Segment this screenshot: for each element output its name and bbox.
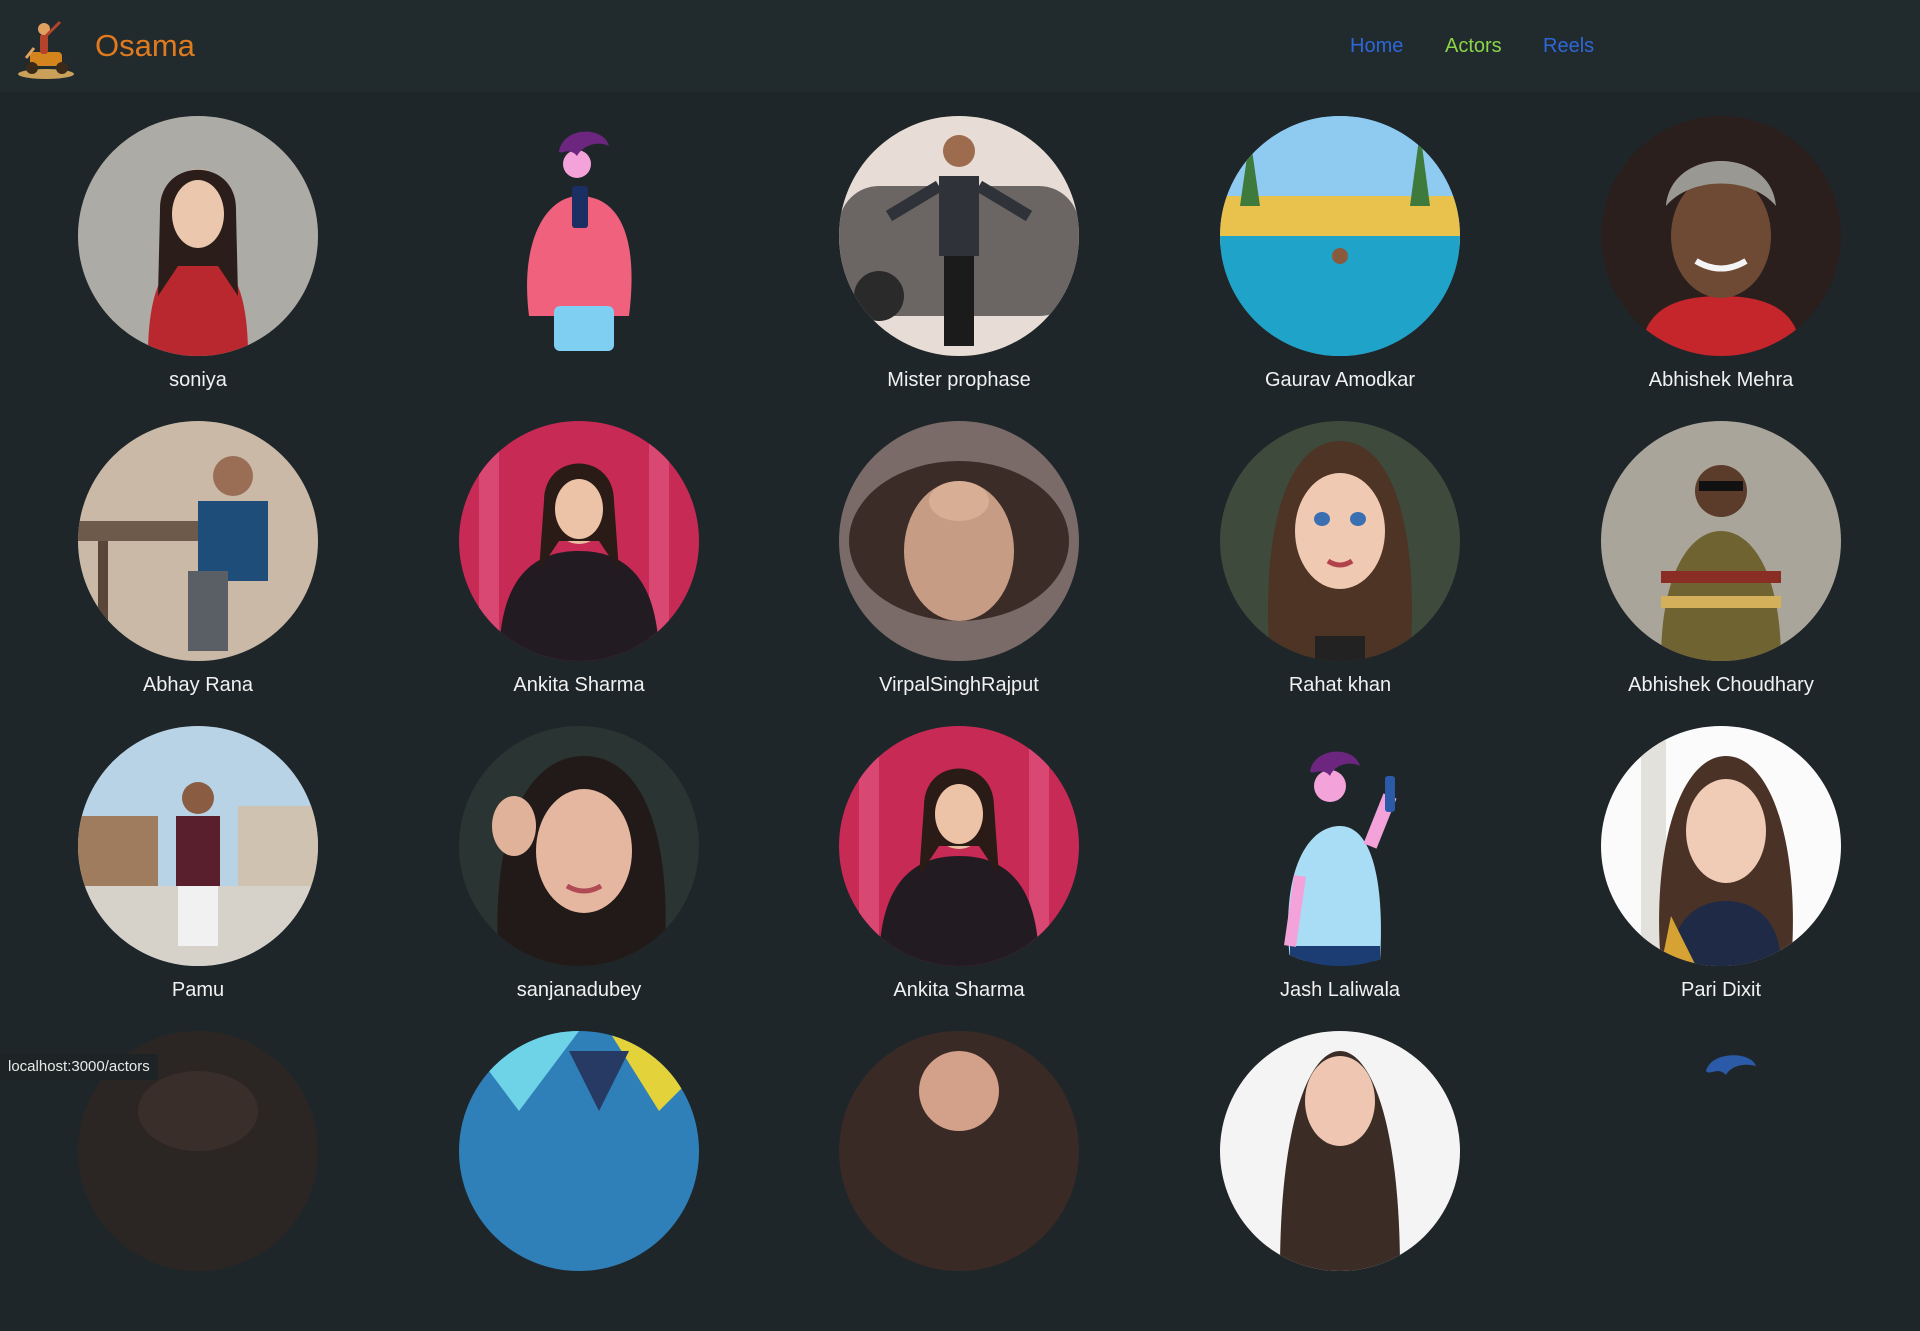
actor-card[interactable] (1153, 1031, 1483, 1331)
actor-card[interactable]: Ankita Sharma (392, 421, 722, 721)
actor-avatar (839, 421, 1079, 661)
actor-card[interactable]: Pari Dixit (1534, 726, 1864, 1026)
actor-card[interactable]: Abhishek Choudhary (1534, 421, 1864, 721)
actor-card[interactable]: Abhay Rana (11, 421, 341, 721)
actor-name: VirpalSinghRajput (879, 674, 1039, 696)
actor-card[interactable] (392, 116, 722, 416)
actor-avatar (1220, 421, 1460, 661)
actor-avatar (839, 116, 1079, 356)
actor-name: Pari Dixit (1680, 979, 1761, 1001)
actor-card[interactable]: sanjanadubey (392, 726, 722, 1026)
actor-avatar (1220, 116, 1460, 356)
actor-name: sanjanadubey (516, 979, 642, 1001)
actor-name: Ankita Sharma (893, 979, 1025, 1001)
actor-avatar (1220, 1031, 1460, 1271)
actor-avatar (459, 1031, 699, 1271)
actor-avatar (459, 726, 699, 966)
actor-card[interactable]: Mister prophase (772, 116, 1102, 416)
actor-card[interactable]: Ankita Sharma (772, 726, 1102, 1026)
actor-avatar (1601, 1031, 1841, 1271)
actor-avatar (78, 116, 318, 356)
actor-avatar (1601, 726, 1841, 966)
actor-name: Gaurav Amodkar (1264, 369, 1416, 391)
actor-card[interactable]: VirpalSinghRajput (772, 421, 1102, 721)
actor-card[interactable] (1534, 1031, 1864, 1331)
actor-name: Rahat khan (1288, 674, 1392, 696)
actor-name: Pamu (171, 979, 225, 1001)
actor-card[interactable]: Rahat khan (1153, 421, 1483, 721)
actor-name: soniya (169, 369, 227, 391)
actor-card[interactable] (392, 1031, 722, 1331)
actor-card[interactable]: Abhishek Mehra (1534, 116, 1864, 416)
actor-avatar (459, 421, 699, 661)
actor-avatar (1601, 421, 1841, 661)
actor-name: Abhishek Choudhary (1628, 674, 1814, 696)
actor-name: Ankita Sharma (513, 674, 645, 696)
browser-status-url: localhost:3000/actors (0, 1054, 158, 1080)
actor-avatar (1220, 726, 1460, 966)
actor-card[interactable] (772, 1031, 1102, 1331)
actor-card[interactable]: soniya (11, 116, 341, 416)
actor-name: Mister prophase (887, 369, 1031, 391)
actor-card[interactable]: Gaurav Amodkar (1153, 116, 1483, 416)
actor-avatar (78, 421, 318, 661)
actor-avatar (78, 726, 318, 966)
actor-avatar (839, 1031, 1079, 1271)
actor-card[interactable]: Pamu (11, 726, 341, 1026)
actor-name: Abhay Rana (142, 674, 254, 696)
actor-avatar (459, 116, 699, 356)
actors-grid: soniya Mister prophase Gaurav Amodkar Ab… (0, 0, 1920, 1271)
actor-name: Abhishek Mehra (1648, 369, 1794, 391)
actor-card[interactable]: Jash Laliwala (1153, 726, 1483, 1026)
actor-avatar (1601, 116, 1841, 356)
actor-avatar (839, 726, 1079, 966)
actor-name: Jash Laliwala (1279, 979, 1401, 1001)
